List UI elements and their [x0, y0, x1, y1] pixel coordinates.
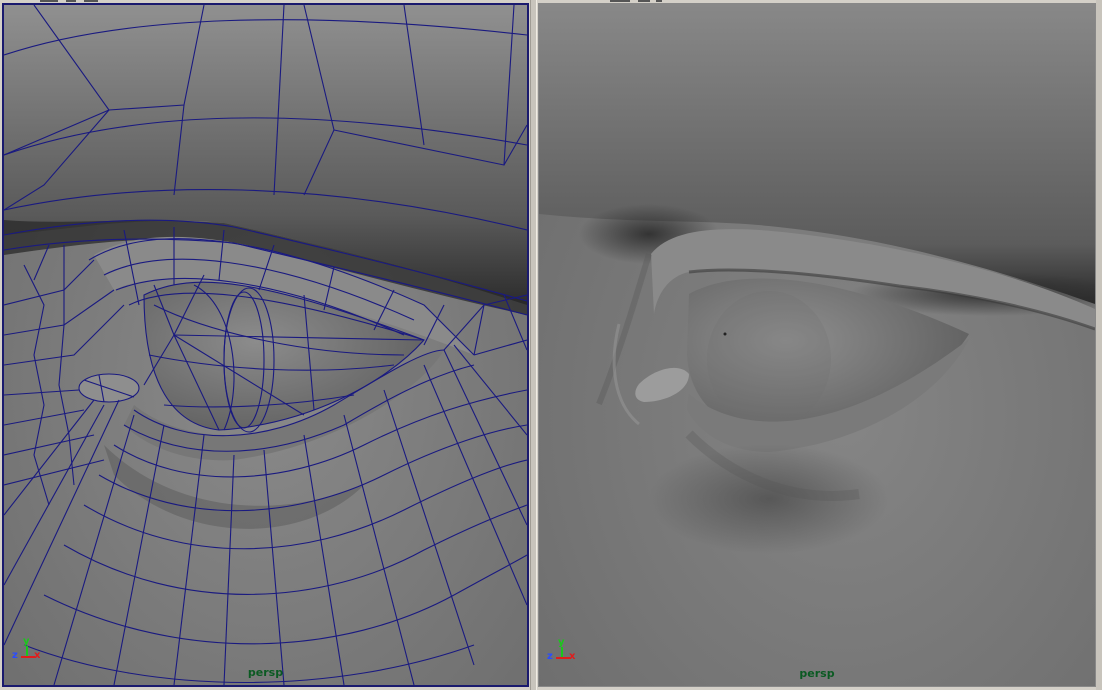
camera-name-label: persp — [799, 667, 835, 680]
axis-z-label: z — [12, 650, 18, 661]
axis-x-label: x — [569, 651, 576, 662]
shaded-viewport-canvas[interactable] — [539, 4, 1095, 686]
axis-indicator: y z x — [547, 638, 583, 666]
camera-name-label: persp — [247, 666, 284, 679]
axis-y-label: y — [23, 636, 30, 647]
viewport-right[interactable]: y z x persp — [538, 3, 1096, 687]
window-edge — [1096, 0, 1102, 690]
axis-z-label: z — [547, 651, 553, 662]
axis-x-label: x — [34, 650, 41, 661]
axis-indicator: y z x — [12, 637, 48, 665]
viewport-left[interactable]: y z x persp — [2, 3, 529, 687]
viewport-divider[interactable] — [530, 0, 537, 690]
axis-y-label: y — [558, 637, 565, 648]
wireframe-viewport-canvas[interactable] — [4, 5, 527, 685]
